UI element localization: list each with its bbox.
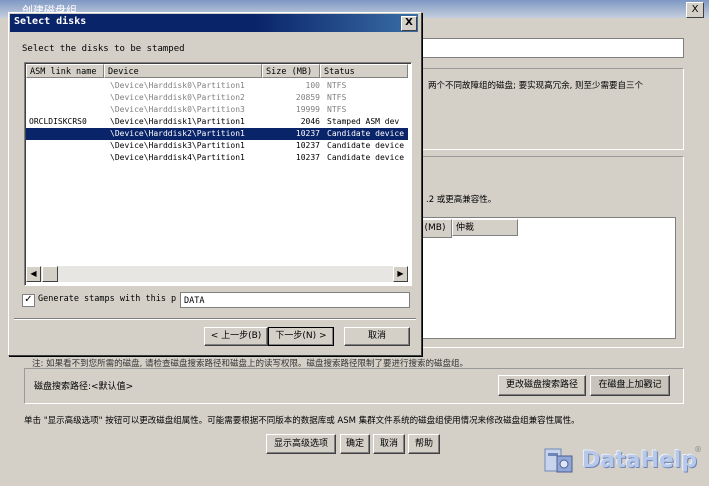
change-disk-search-path-button[interactable]: 更改磁盘搜索路径 [498, 375, 586, 396]
disk-row[interactable]: \Device\Harddisk0\Partition3 19999 NTFS [26, 104, 408, 116]
status-cell: Candidate device [327, 141, 405, 150]
scroll-left-icon[interactable]: ◀ [26, 266, 41, 282]
device-cell: \Device\Harddisk2\Partition1 [110, 129, 245, 138]
size-cell: 100 [305, 81, 320, 90]
status-cell: NTFS [327, 81, 347, 90]
help-button[interactable]: 帮助 [408, 434, 440, 454]
horizontal-scrollbar[interactable] [26, 266, 408, 282]
next-button[interactable]: 下一步(N) > [268, 327, 334, 346]
device-cell: \Device\Harddisk3\Partition1 [110, 141, 245, 150]
disk-row[interactable]: \Device\Harddisk0\Partition1 100 NTFS [26, 80, 408, 92]
compatibility-text: .2 或更高兼容性。 [426, 195, 497, 205]
asm-link-cell: ORCLDISKCRS0 [29, 117, 87, 126]
column-header-quorum[interactable]: 仲裁 [452, 219, 518, 236]
device-cell: \Device\Harddisk0\Partition1 [110, 81, 245, 90]
column-header-device[interactable]: Device [104, 64, 262, 78]
disk-search-path-label: 磁盘搜索路径:<默认值> [34, 382, 134, 392]
show-advanced-options-button[interactable]: 显示高级选项 [266, 434, 336, 454]
status-cell: NTFS [327, 93, 347, 102]
dialog-separator [14, 318, 416, 320]
status-cell: NTFS [327, 105, 347, 114]
generate-stamps-label: Generate stamps with this p [38, 294, 177, 304]
disk-row[interactable]: \Device\Harddisk4\Partition1 10237 Candi… [26, 152, 408, 164]
size-cell: 2046 [300, 117, 320, 126]
window-close-button[interactable]: X [686, 2, 704, 18]
size-cell: 10237 [295, 153, 320, 162]
redundancy-description: 两个不同故障组的磁盘; 要实现高冗余, 则至少需要自三个 [428, 81, 643, 91]
disk-row[interactable]: ORCLDISKCRS0 \Device\Harddisk1\Partition… [26, 116, 408, 128]
size-cell: 20859 [295, 93, 320, 102]
diskgroup-name-input[interactable] [420, 38, 684, 58]
dialog-close-button[interactable]: X [401, 16, 417, 31]
back-button[interactable]: < 上一步(B) [204, 327, 268, 346]
stamp-prefix-input[interactable]: DATA [180, 292, 410, 308]
generate-stamps-checkbox[interactable]: ✓ [22, 294, 35, 307]
device-cell: \Device\Harddisk0\Partition2 [110, 93, 245, 102]
datahelp-logo-icon [544, 448, 573, 473]
disk-row[interactable]: \Device\Harddisk0\Partition2 20859 NTFS [26, 92, 408, 104]
stamp-disks-button[interactable]: 在磁盘上加戳记 [590, 375, 670, 396]
scroll-right-icon[interactable]: ▶ [393, 266, 408, 282]
device-cell: \Device\Harddisk4\Partition1 [110, 153, 245, 162]
scroll-thumb[interactable] [42, 266, 58, 282]
column-header-size[interactable]: (MB) [418, 219, 452, 238]
device-cell: \Device\Harddisk0\Partition3 [110, 105, 245, 114]
status-cell: Candidate device [327, 153, 405, 162]
column-header-asm-link-name[interactable]: ASM link name [26, 64, 104, 78]
size-cell: 10237 [295, 129, 320, 138]
dialog-title: Select disks [14, 16, 87, 27]
advanced-options-info: 单击 "显示高级选项" 按钮可以更改磁盘组属性。可能需要根据不同版本的数据库或 … [24, 416, 580, 426]
registered-mark: ® [694, 445, 702, 454]
datahelp-watermark: DataHelp [582, 448, 698, 473]
status-cell: Stamped ASM dev [327, 117, 400, 126]
dialog-cancel-button[interactable]: 取消 [344, 327, 410, 346]
device-cell: \Device\Harddisk1\Partition1 [110, 117, 245, 126]
ok-button[interactable]: 确定 [340, 434, 370, 454]
size-cell: 10237 [295, 141, 320, 150]
size-cell: 19999 [295, 105, 320, 114]
column-header-size[interactable]: Size (MB) [262, 64, 320, 78]
disk-row[interactable]: \Device\Harddisk3\Partition1 10237 Candi… [26, 140, 408, 152]
status-cell: Candidate device [327, 129, 405, 138]
disk-row-selected[interactable]: \Device\Harddisk2\Partition1 10237 Candi… [26, 128, 408, 140]
cancel-button[interactable]: 取消 [373, 434, 405, 454]
dialog-instruction: Select the disks to be stamped [22, 44, 185, 54]
column-header-status[interactable]: Status [320, 64, 408, 78]
